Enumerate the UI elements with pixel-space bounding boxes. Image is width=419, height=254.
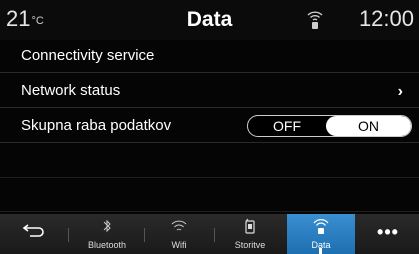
- services-icon: [245, 218, 255, 234]
- tab-separator: [144, 228, 145, 242]
- more-icon: •••: [377, 222, 399, 242]
- data-sharing-toggle[interactable]: OFF ON: [247, 115, 412, 137]
- connectivity-signal-icon: [307, 11, 323, 29]
- active-tab-indicator: [319, 248, 322, 254]
- bottom-nav-bar: Bluetooth Wifi Storitve Data •••: [0, 214, 419, 254]
- tab-data[interactable]: Data: [287, 214, 355, 254]
- data-signal-icon: [313, 219, 329, 234]
- tab-label: Wifi: [171, 240, 187, 250]
- menu-item-network-status[interactable]: Network status ›: [0, 75, 419, 108]
- chevron-right-icon: ›: [397, 83, 403, 100]
- empty-row: [0, 145, 419, 178]
- clock: 12:00: [358, 6, 414, 31]
- wifi-icon: [171, 220, 187, 231]
- screen: 21°C Data 12:00 Connectivity service Net…: [0, 0, 419, 254]
- tab-label: Bluetooth: [87, 240, 127, 250]
- menu-item-label: Connectivity service: [21, 47, 155, 64]
- tab-storitve[interactable]: Storitve: [218, 214, 282, 254]
- tab-label: Storitve: [234, 240, 266, 250]
- tab-bluetooth[interactable]: Bluetooth: [72, 214, 142, 254]
- tab-separator: [214, 228, 215, 242]
- menu-item-label: Network status: [21, 82, 121, 99]
- page-title: Data: [186, 8, 233, 31]
- toggle-on-option[interactable]: ON: [326, 116, 411, 136]
- empty-row: [0, 178, 419, 212]
- menu-item-connectivity-service[interactable]: Connectivity service: [0, 40, 419, 73]
- bluetooth-icon: [103, 219, 111, 233]
- toggle-off-option[interactable]: OFF: [248, 116, 326, 136]
- menu-item-label: Skupna raba podatkov: [21, 117, 172, 134]
- status-bar: 21°C Data 12:00: [0, 0, 419, 40]
- more-button[interactable]: •••: [360, 214, 416, 254]
- back-icon: [22, 224, 44, 237]
- back-button[interactable]: [3, 214, 65, 254]
- tab-separator: [68, 228, 69, 242]
- tab-wifi[interactable]: Wifi: [147, 214, 211, 254]
